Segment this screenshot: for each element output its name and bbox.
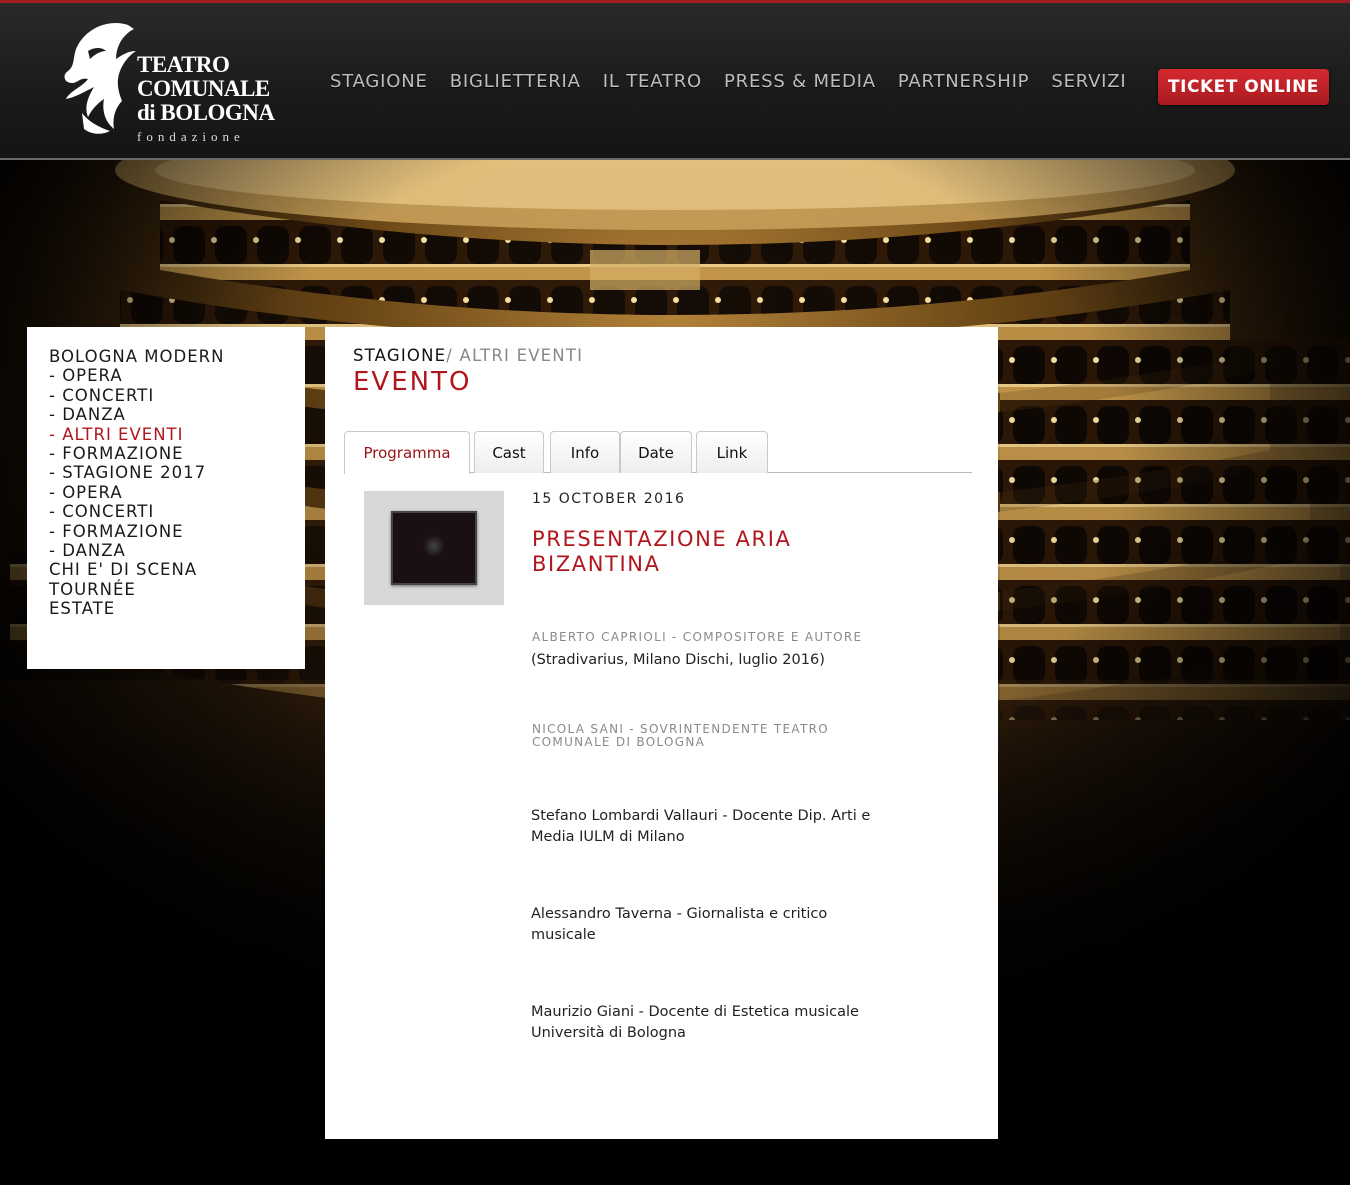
logo-line-2: COMUNALE — [137, 76, 270, 101]
sidebar-item-stagione-2017[interactable]: - STAGIONE 2017 — [49, 463, 305, 482]
tab-programma[interactable]: Programma — [344, 431, 470, 474]
sidebar-item-tournee[interactable]: TOURNÉE — [49, 580, 305, 599]
sidebar-item-opera-2017[interactable]: - OPERA — [49, 483, 305, 502]
sidebar-item-danza-2017[interactable]: - DANZA — [49, 541, 305, 560]
nav-partnership[interactable]: PARTNERSHIP — [898, 71, 1029, 92]
sidebar-item-estate[interactable]: ESTATE — [49, 599, 305, 618]
sidebar-item-formazione[interactable]: - FORMAZIONE — [49, 444, 305, 463]
griffin-logo-icon — [64, 23, 136, 134]
sidebar-item-danza[interactable]: - DANZA — [49, 405, 305, 424]
breadcrumb: STAGIONE/ ALTRI EVENTI — [353, 346, 583, 365]
breadcrumb-current[interactable]: ALTRI EVENTI — [460, 346, 584, 365]
logo-wordmark: TEATRO COMUNALE di BOLOGNA — [137, 53, 275, 125]
event-panel: STAGIONE/ ALTRI EVENTI EVENTO Programma … — [325, 327, 998, 1139]
logo-subtitle: fondazione — [137, 129, 245, 144]
event-thumbnail[interactable] — [364, 491, 504, 605]
event-date: 15 OCTOBER 2016 — [532, 491, 686, 507]
sidebar-item-chi-e-di-scena[interactable]: CHI E' DI SCENA — [49, 560, 305, 579]
speaker-giani: Maurizio Giani - Docente di Estetica mus… — [531, 1004, 859, 1041]
tab-cast[interactable]: Cast — [474, 431, 544, 473]
tab-info[interactable]: Info — [550, 431, 620, 473]
sidebar-item-formazione-2017[interactable]: - FORMAZIONE — [49, 522, 305, 541]
sidebar-item-altri-eventi[interactable]: - ALTRI EVENTI — [49, 425, 305, 444]
season-sidebar: BOLOGNA MODERN - OPERA - CONCERTI - DANZ… — [27, 327, 305, 669]
sidebar-item-bologna-modern[interactable]: BOLOGNA MODERN — [49, 347, 305, 366]
participant-role-sani: NICOLA SANI - SOVRINTENDENTE TEATRO COMU… — [532, 722, 829, 749]
sidebar-item-concerti[interactable]: - CONCERTI — [49, 386, 305, 405]
nav-press-media[interactable]: PRESS & MEDIA — [724, 71, 876, 92]
event-tabs: Programma Cast Info Date Link — [344, 431, 972, 474]
main-nav: STAGIONE BIGLIETTERIA IL TEATRO PRESS & … — [330, 71, 1127, 92]
ticket-online-button[interactable]: TICKET ONLINE — [1158, 69, 1329, 105]
speaker-lombardi: Stefano Lombardi Vallauri - Docente Dip.… — [531, 808, 871, 845]
tab-date[interactable]: Date — [620, 431, 692, 473]
breadcrumb-section[interactable]: STAGIONE — [353, 346, 446, 365]
nav-biglietteria[interactable]: BIGLIETTERIA — [450, 71, 581, 92]
logo-line-1: TEATRO — [137, 52, 230, 77]
nav-servizi[interactable]: SERVIZI — [1051, 71, 1126, 92]
album-cover-image — [391, 511, 477, 585]
page-title: EVENTO — [353, 367, 472, 397]
participant-role-caprioli: ALBERTO CAPRIOLI - COMPOSITORE E AUTORE — [532, 630, 863, 644]
breadcrumb-separator: / — [446, 346, 460, 365]
tab-link[interactable]: Link — [696, 431, 768, 473]
theatre-logo[interactable]: TEATRO COMUNALE di BOLOGNA fondazione — [58, 17, 278, 151]
logo-line-3: di BOLOGNA — [137, 100, 275, 125]
event-title: PRESENTAZIONE ARIA BIZANTINA — [532, 527, 792, 576]
site-header: TEATRO COMUNALE di BOLOGNA fondazione ST… — [0, 0, 1350, 160]
nav-stagione[interactable]: STAGIONE — [330, 71, 428, 92]
participant-note-caprioli: (Stradivarius, Milano Dischi, luglio 201… — [531, 652, 825, 668]
sidebar-item-concerti-2017[interactable]: - CONCERTI — [49, 502, 305, 521]
speaker-taverna: Alessandro Taverna - Giornalista e criti… — [531, 906, 828, 943]
sidebar-item-opera[interactable]: - OPERA — [49, 366, 305, 385]
nav-il-teatro[interactable]: IL TEATRO — [603, 71, 702, 92]
